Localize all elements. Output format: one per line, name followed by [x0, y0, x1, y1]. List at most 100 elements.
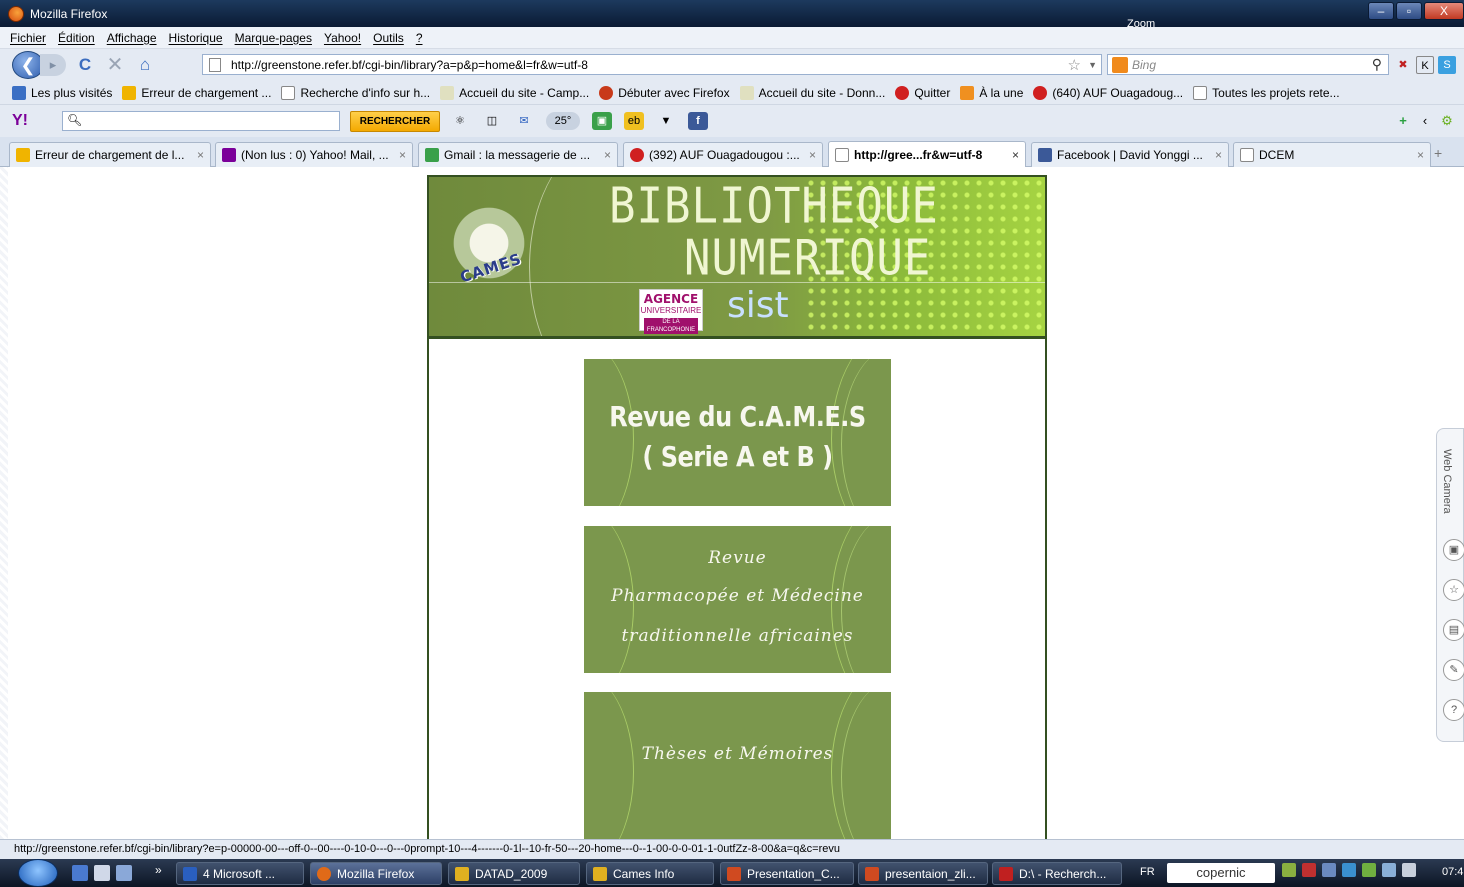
bookmark-item[interactable]: Erreur de chargement ... — [122, 85, 271, 100]
help-icon[interactable]: ? — [1443, 699, 1464, 721]
tray-icon[interactable] — [1282, 863, 1296, 877]
tab-close-icon[interactable]: × — [604, 148, 611, 162]
toolbar-tool-icon[interactable]: ◫ — [482, 112, 502, 130]
tray-icon[interactable] — [1342, 863, 1356, 877]
taskbar-item[interactable]: Mozilla Firefox — [310, 862, 442, 885]
bookmarks-toolbar: Les plus visités Erreur de chargement ..… — [0, 81, 1464, 105]
copernic-search-input[interactable]: copernic — [1167, 863, 1275, 883]
toolbar-tool-icon[interactable]: ⚛ — [450, 112, 470, 130]
settings-icon[interactable]: ⚙ — [1438, 112, 1456, 130]
bookmark-item[interactable]: Accueil du site - Donn... — [739, 85, 885, 100]
bookmark-star-icon[interactable]: ☆ — [1068, 56, 1081, 74]
taskbar-item[interactable]: presentaion_zli... — [858, 862, 988, 885]
clock: 07:4 — [1442, 866, 1464, 878]
yahoo-search-button[interactable]: RECHERCHER — [350, 111, 440, 132]
bing-engine-icon[interactable] — [1112, 56, 1128, 73]
yahoo-search-input[interactable]: 🔍︎ — [62, 111, 340, 131]
powerpoint-icon — [865, 866, 879, 881]
ebay-icon[interactable]: eb — [624, 112, 644, 130]
tray-icon[interactable] — [1302, 863, 1316, 877]
extension-icon-1[interactable]: ✖ — [1394, 56, 1412, 74]
skype-icon[interactable]: S — [1438, 56, 1456, 74]
menu-help[interactable]: ? — [416, 31, 423, 45]
tab-close-icon[interactable]: × — [1417, 148, 1424, 162]
bookmark-item[interactable]: À la une — [960, 85, 1023, 100]
bookmark-item[interactable]: Débuter avec Firefox — [599, 85, 730, 100]
bookmark-item[interactable]: Les plus visités — [12, 85, 112, 100]
facebook-icon[interactable]: f — [688, 112, 708, 130]
tab[interactable]: Erreur de chargement de l... × — [9, 142, 211, 167]
menu-yahoo[interactable]: Yahoo! — [324, 31, 361, 45]
facebook-icon — [1038, 148, 1052, 162]
weather-icon[interactable]: 25° — [546, 112, 580, 130]
volume-icon[interactable] — [1402, 863, 1416, 877]
taskbar-item[interactable]: D:\ - Recherch... — [992, 862, 1122, 885]
reload-button[interactable]: C — [74, 54, 96, 76]
quicklaunch-icon[interactable] — [116, 865, 132, 881]
taskbar-item[interactable]: DATAD_2009 — [448, 862, 580, 885]
tab-active[interactable]: http://gree...fr&w=utf-8 × — [828, 141, 1026, 167]
extension-icon-2[interactable]: K — [1416, 56, 1434, 74]
tab-close-icon[interactable]: × — [1215, 148, 1222, 162]
taskbar-overflow-icon[interactable]: » — [155, 863, 162, 877]
chevron-left-icon[interactable]: ‹ — [1416, 112, 1434, 130]
camera-icon[interactable]: ▣ — [1443, 539, 1464, 561]
bookmark-item[interactable]: (640) AUF Ouagadoug... — [1033, 85, 1183, 100]
taskbar-item[interactable]: 4 Microsoft ... — [176, 862, 304, 885]
home-button[interactable]: ⌂ — [134, 54, 156, 76]
search-input[interactable]: Bing ⚲ — [1107, 54, 1389, 75]
minimize-button[interactable]: – — [1368, 2, 1394, 20]
tab-close-icon[interactable]: × — [1012, 148, 1019, 162]
tab[interactable]: (Non lus : 0) Yahoo! Mail, ... × — [215, 142, 413, 167]
tab-close-icon[interactable]: × — [197, 148, 204, 162]
taskbar-item[interactable]: Cames Info — [586, 862, 714, 885]
rss-icon — [960, 85, 975, 100]
menu-edition[interactable]: Édition — [58, 31, 95, 45]
tray-icon[interactable] — [1362, 863, 1376, 877]
bookmark-item[interactable]: Toutes les projets rete... — [1193, 85, 1340, 100]
tab[interactable]: (392) AUF Ouagadougou :... × — [623, 142, 823, 167]
stop-button[interactable]: ✕ — [104, 54, 126, 76]
add-button[interactable]: + — [1394, 112, 1412, 130]
tools-icon[interactable]: ✎ — [1443, 659, 1464, 681]
mail-icon[interactable]: ✉ — [514, 112, 534, 130]
page-icon — [1240, 148, 1254, 162]
tab-close-icon[interactable]: × — [809, 148, 816, 162]
tab[interactable]: Facebook | David Yonggi ... × — [1031, 142, 1229, 167]
collection-link-cames[interactable]: Revue du C.A.M.E.S ( Serie A et B ) — [584, 359, 891, 506]
forward-button[interactable]: ▸ — [40, 54, 66, 76]
address-bar[interactable]: http://greenstone.refer.bf/cgi-bin/libra… — [202, 54, 1102, 75]
start-button[interactable] — [18, 859, 58, 887]
search-icon[interactable]: ⚲ — [1372, 56, 1382, 73]
menu-fichier[interactable]: Fichier — [10, 31, 46, 45]
menu-marque-pages[interactable]: Marque-pages — [235, 31, 312, 45]
star-icon[interactable]: ☆ — [1443, 579, 1464, 601]
close-button[interactable]: X — [1424, 2, 1464, 20]
language-indicator[interactable]: FR — [1140, 866, 1155, 878]
folder-icon — [455, 866, 469, 881]
network-icon[interactable] — [1382, 863, 1396, 877]
tab-close-icon[interactable]: × — [399, 148, 406, 162]
tab[interactable]: Gmail : la messagerie de ... × — [418, 142, 618, 167]
bookmark-item[interactable]: Recherche d'info sur h... — [281, 85, 430, 100]
url-dropdown-icon[interactable]: ▼ — [1088, 60, 1097, 70]
bookmark-item[interactable]: Quitter — [895, 85, 950, 100]
toolbar-tool-icon[interactable]: ▼ — [656, 112, 676, 130]
tab[interactable]: DCEM × — [1233, 142, 1431, 167]
quicklaunch-icon[interactable] — [94, 865, 110, 881]
maximize-button[interactable]: ▫ — [1396, 2, 1422, 20]
taskbar-item[interactable]: Presentation_C... — [720, 862, 854, 885]
menu-historique[interactable]: Historique — [169, 31, 223, 45]
bookmark-item[interactable]: Accueil du site - Camp... — [440, 85, 589, 100]
auf-icon — [630, 148, 644, 162]
menu-affichage[interactable]: Affichage — [107, 31, 157, 45]
new-tab-button[interactable]: + — [1434, 145, 1442, 161]
menu-outils[interactable]: Outils — [373, 31, 404, 45]
desktop-icon[interactable] — [72, 865, 88, 881]
collection-link-theses[interactable]: Thèses et Mémoires — [584, 692, 891, 839]
yahoo-logo[interactable]: Y! — [12, 112, 28, 130]
toolbar-tool-icon[interactable]: ▣ — [592, 112, 612, 130]
collection-link-pharmacopee[interactable]: Revue Pharmacopée et Médecine traditionn… — [584, 526, 891, 673]
gallery-icon[interactable]: ▤ — [1443, 619, 1464, 641]
tray-icon[interactable] — [1322, 863, 1336, 877]
